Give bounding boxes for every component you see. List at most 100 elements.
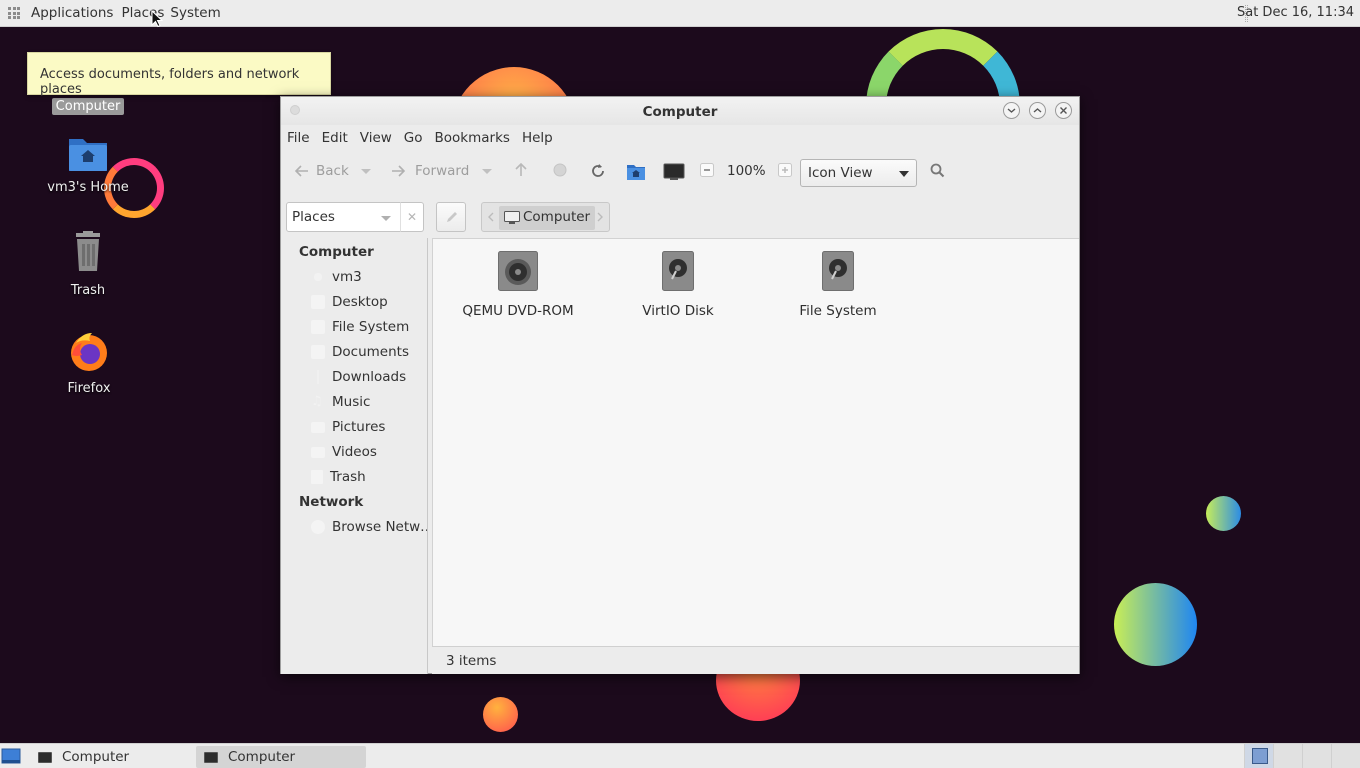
- file-manager-window: Computer File Edit View Go Bookmarks Hel…: [280, 96, 1080, 674]
- workspace-3[interactable]: [1302, 744, 1331, 768]
- breadcrumb-computer[interactable]: Computer: [499, 206, 595, 230]
- show-desktop-icon: [1, 748, 21, 764]
- sidebar-item-trash[interactable]: Trash: [311, 466, 427, 488]
- menu-view[interactable]: View: [360, 130, 392, 146]
- file-view[interactable]: QEMU DVD-ROM VirtIO Disk File System: [432, 238, 1079, 646]
- folder-icon: [311, 345, 325, 359]
- bottom-panel: Computer Computer: [0, 743, 1360, 768]
- menubar: File Edit View Go Bookmarks Help: [281, 125, 1079, 151]
- sidebar-item-label: File System: [332, 319, 410, 335]
- zoom-level[interactable]: 100%: [727, 163, 766, 179]
- forward-button[interactable]: Forward: [391, 163, 469, 179]
- sidebar-mode-select[interactable]: Places: [286, 202, 404, 232]
- desktop-icon-trash[interactable]: Trash: [33, 231, 143, 298]
- close-button[interactable]: [1055, 102, 1072, 119]
- close-sidebar-button[interactable]: ✕: [400, 202, 424, 232]
- menu-bookmarks[interactable]: Bookmarks: [435, 130, 510, 146]
- pencil-icon: [447, 212, 457, 222]
- file-label: File System: [799, 303, 877, 319]
- sidebar-item-videos[interactable]: Videos: [311, 441, 427, 463]
- window-title: Computer: [642, 104, 718, 120]
- up-button[interactable]: [515, 163, 527, 177]
- decor-blue-circle: [1114, 583, 1197, 666]
- sidebar-item-label: Documents: [332, 344, 409, 360]
- network-icon: [311, 520, 325, 534]
- minimize-button[interactable]: [1003, 102, 1020, 119]
- drive-icon: [311, 320, 325, 334]
- menu-file[interactable]: File: [287, 130, 310, 146]
- sidebar-heading-network: Network: [299, 494, 364, 510]
- sidebar-mode-value: Places: [292, 209, 335, 225]
- pictures-icon: [311, 421, 325, 433]
- sidebar-item-music[interactable]: ♫ Music: [311, 391, 427, 413]
- sidebar-item-browse-network[interactable]: Browse Netw…: [311, 516, 427, 538]
- home-folder-icon: [627, 165, 645, 180]
- sidebar-item-file-system[interactable]: File System: [311, 316, 427, 338]
- reload-icon: [592, 164, 604, 177]
- window-titlebar[interactable]: Computer: [281, 97, 1079, 125]
- apps-grid-icon[interactable]: [8, 7, 20, 19]
- file-item-dvd[interactable]: QEMU DVD-ROM: [453, 251, 583, 319]
- status-bar: 3 items: [432, 646, 1079, 674]
- caret-down-icon: [361, 169, 371, 174]
- sidebar-item-desktop[interactable]: Desktop: [311, 291, 427, 313]
- chevron-down-icon: [1007, 108, 1016, 113]
- file-label: VirtIO Disk: [642, 303, 714, 319]
- chevron-left-icon[interactable]: [487, 212, 495, 222]
- workspace-1[interactable]: [1244, 744, 1273, 768]
- arrow-up-icon: [515, 163, 527, 176]
- decor-blue-dot: [1206, 496, 1241, 531]
- view-mode-select[interactable]: Icon View: [800, 159, 917, 187]
- applications-menu[interactable]: Applications: [31, 5, 113, 21]
- search-button[interactable]: [930, 163, 945, 178]
- clock[interactable]: Sat Dec 16, 11:34: [1237, 5, 1354, 20]
- file-item-file-system[interactable]: File System: [773, 251, 903, 319]
- stop-button[interactable]: [553, 163, 567, 177]
- desktop-icon-home[interactable]: vm3's Home: [33, 134, 143, 195]
- minus-icon: [700, 163, 714, 177]
- taskbar-item-label: Computer: [228, 749, 296, 765]
- workspace-2[interactable]: [1273, 744, 1302, 768]
- menu-go[interactable]: Go: [404, 130, 423, 146]
- menu-edit[interactable]: Edit: [322, 130, 348, 146]
- back-label: Back: [316, 163, 349, 179]
- forward-history-dropdown[interactable]: [482, 169, 492, 175]
- home-button[interactable]: [626, 163, 646, 181]
- desktop-icon-label: vm3's Home: [47, 180, 129, 195]
- back-history-dropdown[interactable]: [361, 169, 371, 175]
- sidebar-item-pictures[interactable]: Pictures: [311, 416, 427, 438]
- videos-icon: [311, 446, 325, 458]
- chevron-down-icon: [381, 216, 391, 221]
- zoom-in-button[interactable]: [778, 163, 792, 177]
- reload-button[interactable]: [590, 163, 606, 179]
- desktop-icon-computer[interactable]: Computer: [33, 98, 143, 115]
- taskbar-item-label: Computer: [62, 749, 130, 765]
- back-button[interactable]: Back: [295, 163, 349, 179]
- computer-icon: [504, 211, 520, 224]
- desktop-icon-label: Computer: [51, 98, 125, 115]
- sidebar-item-documents[interactable]: Documents: [311, 341, 427, 363]
- home-icon: [311, 270, 325, 284]
- zoom-out-button[interactable]: [700, 163, 714, 177]
- menu-help[interactable]: Help: [522, 130, 553, 146]
- system-menu[interactable]: System: [170, 5, 220, 21]
- computer-button[interactable]: [663, 163, 685, 181]
- file-label: QEMU DVD-ROM: [462, 303, 574, 319]
- file-item-virtio-disk[interactable]: VirtIO Disk: [613, 251, 743, 319]
- home-folder-icon: [69, 139, 107, 171]
- location-bar: Places ✕ Computer: [281, 199, 1079, 237]
- stop-icon: [553, 163, 567, 177]
- maximize-button[interactable]: [1029, 102, 1046, 119]
- desktop-icon: [311, 295, 325, 309]
- sidebar-item-vm3[interactable]: vm3: [311, 266, 427, 288]
- sidebar-item-downloads[interactable]: Downloads: [311, 366, 427, 388]
- desktop-icon-firefox[interactable]: Firefox: [34, 331, 144, 396]
- workspace-4[interactable]: [1331, 744, 1360, 768]
- show-desktop-button[interactable]: [0, 746, 22, 768]
- trash-icon: [76, 231, 100, 271]
- chevron-right-icon[interactable]: [596, 212, 604, 222]
- sidebar-item-label: vm3: [332, 269, 362, 285]
- taskbar-item-computer[interactable]: Computer: [30, 746, 195, 768]
- edit-location-button[interactable]: [436, 202, 466, 232]
- taskbar-item-computer-active[interactable]: Computer: [196, 746, 366, 768]
